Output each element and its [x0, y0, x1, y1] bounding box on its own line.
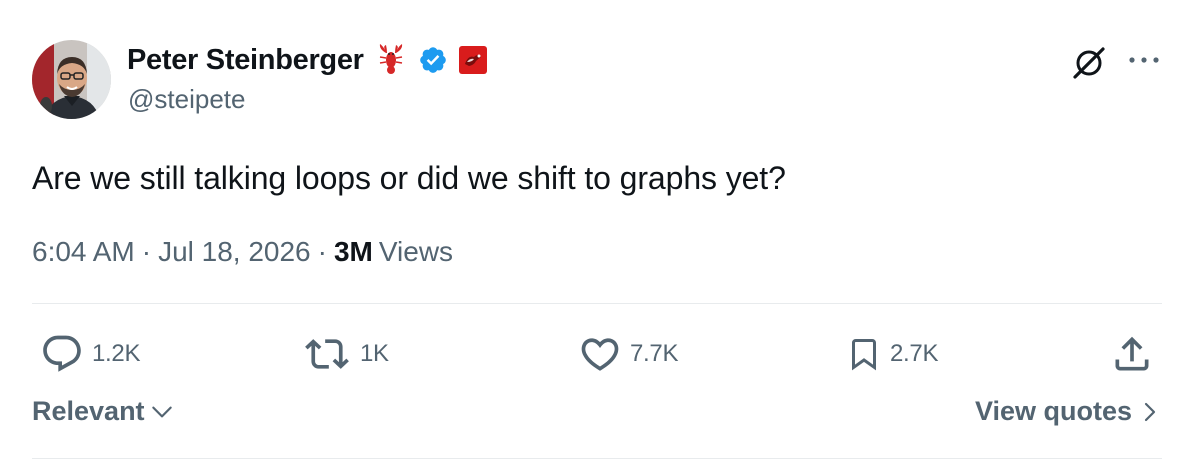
meta-separator: · — [317, 236, 327, 267]
replies-sort-label: Relevant — [32, 396, 145, 426]
profile-photo — [32, 40, 111, 119]
views-count: 3M — [333, 236, 373, 267]
repost-button[interactable]: 1K — [302, 330, 389, 378]
more-icon — [1129, 57, 1159, 63]
tweet-meta: 6:04 AM · Jul 18, 2026 · 3M Views — [32, 232, 453, 272]
repost-icon — [305, 339, 349, 369]
author-handle[interactable]: @steipete — [128, 84, 245, 115]
view-quotes-label: View quotes — [974, 396, 1132, 426]
view-quotes-link[interactable]: View quotes — [975, 396, 1158, 427]
engagement-bar: 1.2K 1K 7.7K 2.7K — [0, 330, 1200, 378]
reply-icon — [43, 335, 81, 372]
share-icon — [1115, 336, 1149, 371]
tweet-time[interactable]: 6:04 AM — [32, 232, 135, 272]
tweet-text: Are we still talking loops or did we shi… — [32, 160, 786, 196]
bookmark-icon — [852, 339, 876, 371]
divider — [32, 458, 1162, 459]
reply-count: 1.2K — [92, 340, 141, 367]
bookmark-button[interactable]: 2.7K — [846, 330, 938, 378]
repost-count: 1K — [360, 340, 389, 367]
like-button[interactable]: 7.7K — [578, 330, 678, 378]
share-button[interactable] — [1110, 330, 1154, 378]
grok-icon — [1073, 47, 1105, 79]
chevron-down-icon — [151, 406, 172, 417]
affiliate-badge-icon[interactable] — [458, 45, 488, 75]
avatar[interactable] — [32, 40, 111, 119]
tweet-date[interactable]: Jul 18, 2026 — [158, 232, 311, 272]
lobster-emoji-icon — [374, 43, 408, 77]
verified-badge-icon[interactable] — [418, 45, 448, 75]
grok-button[interactable] — [1070, 44, 1108, 82]
chevron-right-icon — [1144, 402, 1156, 421]
more-options-button[interactable] — [1126, 48, 1162, 72]
author-name-row: Peter Steinberger — [127, 40, 488, 80]
views-label: Views — [378, 236, 454, 267]
meta-separator: · — [141, 236, 152, 267]
replies-sort-dropdown[interactable]: Relevant — [32, 396, 175, 427]
bookmark-count: 2.7K — [890, 340, 939, 367]
divider — [32, 303, 1162, 304]
like-count: 7.7K — [630, 340, 679, 367]
heart-icon — [581, 338, 619, 371]
author-display-name[interactable]: Peter Steinberger — [127, 44, 364, 77]
reply-button[interactable]: 1.2K — [40, 330, 140, 378]
